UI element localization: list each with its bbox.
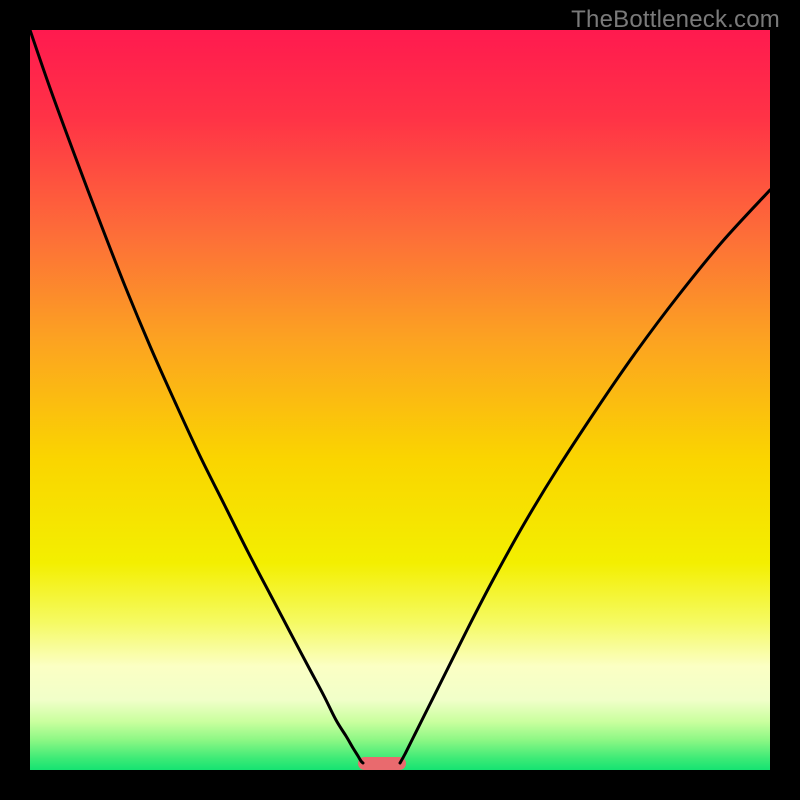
curves-svg [30,30,770,770]
plot-area [30,30,770,770]
right-curve [400,190,770,763]
chart-frame: TheBottleneck.com [0,0,800,800]
left-curve [30,30,363,763]
